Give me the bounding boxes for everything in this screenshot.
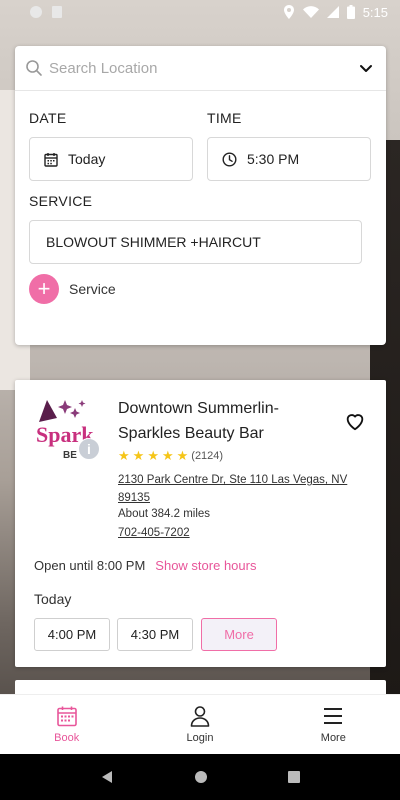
notification-icon xyxy=(30,6,42,18)
date-picker[interactable]: Today xyxy=(29,137,193,181)
date-label: DATE xyxy=(29,110,67,126)
nav-more[interactable]: More xyxy=(267,695,400,754)
salon-distance: About 384.2 miles xyxy=(118,508,211,520)
chevron-down-icon[interactable] xyxy=(358,60,374,76)
date-value: Today xyxy=(68,151,106,167)
nav-book[interactable]: Book xyxy=(0,695,133,754)
review-count: (2124) xyxy=(191,449,224,462)
add-service-label: Service xyxy=(69,281,116,297)
info-icon[interactable]: i xyxy=(78,438,100,460)
recents-icon[interactable] xyxy=(288,771,300,783)
time-value: 5:30 PM xyxy=(247,151,300,167)
wifi-icon xyxy=(302,6,319,18)
home-icon[interactable] xyxy=(194,770,208,784)
nav-book-label: Book xyxy=(54,732,80,744)
time-label: TIME xyxy=(207,110,242,126)
menu-icon xyxy=(324,708,343,724)
search-card: DATE TIME Today 5:30 PM SERVICE BLOWOUT … xyxy=(15,46,386,345)
system-nav-bar xyxy=(0,754,400,800)
signal-icon xyxy=(326,6,339,18)
location-search-input[interactable] xyxy=(49,59,358,77)
heart-icon[interactable] xyxy=(344,410,366,432)
nav-login-label: Login xyxy=(186,732,214,744)
hours-row: Open until 8:00 PM Show store hours xyxy=(34,558,256,573)
status-bar: 5:15 xyxy=(0,0,400,24)
svg-text:BE: BE xyxy=(63,450,77,461)
show-store-hours-link[interactable]: Show store hours xyxy=(155,558,256,573)
star-icon: ★ xyxy=(161,448,174,463)
time-picker[interactable]: 5:30 PM xyxy=(207,137,371,181)
nav-login[interactable]: Login xyxy=(133,695,266,754)
rating: ★ ★ ★ ★ ★ (2124) xyxy=(118,449,223,462)
calendar-icon xyxy=(44,152,58,167)
service-field[interactable]: BLOWOUT SHIMMER +HAIRCUT xyxy=(29,220,362,264)
more-slots-button[interactable]: More xyxy=(201,618,277,651)
plus-icon: + xyxy=(29,274,59,304)
star-icon: ★ xyxy=(118,448,130,463)
back-icon[interactable] xyxy=(100,770,114,784)
salon-logo: Spark BE xyxy=(36,400,94,461)
salon-card[interactable]: Spark BE i Downtown Summerlin- Sparkles … xyxy=(15,380,386,667)
service-value: BLOWOUT SHIMMER +HAIRCUT xyxy=(46,234,261,250)
salon-address[interactable]: 2130 Park Centre Dr, Ste 110 Las Vegas, … xyxy=(118,471,368,507)
open-until: Open until 8:00 PM xyxy=(34,558,146,573)
salon-phone[interactable]: 702-405-7202 xyxy=(118,527,190,539)
location-search-row[interactable] xyxy=(15,46,386,91)
status-time: 5:15 xyxy=(362,4,388,20)
star-icon: ★ xyxy=(147,448,159,463)
time-slot-button[interactable]: 4:30 PM xyxy=(117,618,193,651)
user-icon xyxy=(190,706,210,727)
sd-card-icon xyxy=(52,6,62,18)
nav-more-label: More xyxy=(320,732,346,744)
calendar-icon xyxy=(56,706,77,727)
clock-icon xyxy=(222,151,237,167)
bottom-nav: Book Login More xyxy=(0,694,400,754)
search-icon xyxy=(26,60,42,76)
location-icon xyxy=(283,5,295,19)
time-slot-button[interactable]: 4:00 PM xyxy=(34,618,110,651)
battery-icon xyxy=(346,5,355,19)
add-service-button[interactable]: + Service xyxy=(29,274,116,304)
salon-name[interactable]: Downtown Summerlin- Sparkles Beauty Bar xyxy=(118,396,328,446)
star-icon: ★ xyxy=(132,448,145,463)
star-icon: ★ xyxy=(176,448,189,463)
day-label: Today xyxy=(34,591,72,607)
service-label: SERVICE xyxy=(29,193,93,209)
